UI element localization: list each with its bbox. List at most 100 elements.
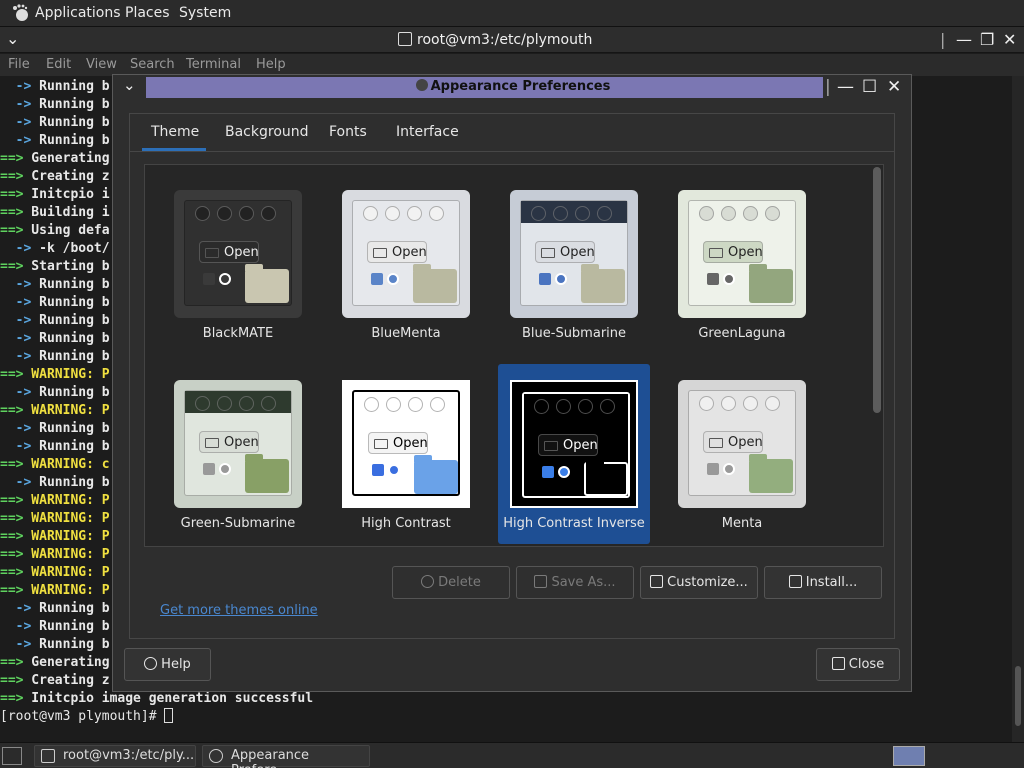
terminal-line: ==> WARNING: P [0, 366, 110, 384]
terminal-line-text: Running b [31, 601, 110, 616]
terminal-menu-edit[interactable]: Edit [46, 57, 71, 72]
folder-icon [584, 459, 628, 496]
terminal-line-text: Running b [31, 133, 110, 148]
theme-name: GreenLaguna [698, 326, 786, 341]
workspace-switcher[interactable] [893, 746, 925, 766]
folder-icon [413, 264, 457, 303]
terminal-menu-terminal[interactable]: Terminal [186, 57, 241, 72]
folder-open-icon [709, 438, 723, 448]
terminal-line-text: Running b [31, 97, 110, 112]
preview-window-button [699, 206, 714, 221]
folder-open-icon [205, 438, 219, 448]
checkbox-icon [542, 466, 554, 478]
terminal-line-prefix: ==> [0, 403, 24, 418]
terminal-line: -> Running b [0, 420, 110, 438]
terminal-line-text: Running b [31, 349, 110, 364]
preview-window-button [534, 399, 549, 414]
terminal-line: -> -k /boot/ [0, 240, 110, 258]
close-button[interactable]: Close [816, 648, 900, 681]
terminal-prompt[interactable]: [root@vm3 plymouth]# [0, 708, 174, 726]
preview-window-button [408, 397, 423, 412]
theme-item[interactable]: Open High Contrast Inverse [498, 364, 650, 544]
preview-window-button [429, 206, 444, 221]
tab-theme[interactable]: Theme [151, 124, 199, 140]
window-menu-icon[interactable]: ⌄ [6, 29, 19, 48]
menu-applications[interactable]: Applications [35, 5, 121, 21]
preview-open-button: Open [703, 431, 763, 453]
terminal-line-text: Running b [31, 313, 110, 328]
terminal-line-text: Running b [31, 439, 110, 454]
terminal-line: -> Running b [0, 600, 110, 618]
terminal-line-prefix: ==> [0, 583, 24, 598]
minimize-icon[interactable]: — [837, 77, 854, 97]
dialog-titlebar[interactable]: ⌄ Appearance Preferences | — ☐ ✕ [113, 75, 911, 101]
preview-window-button [597, 206, 612, 221]
preview-window-button [364, 397, 379, 412]
terminal-line-prefix: -> [0, 475, 32, 490]
preview-window: Open [352, 200, 460, 306]
terminal-scrollbar[interactable] [1012, 76, 1024, 742]
preview-window-button [217, 206, 232, 221]
preview-window-button [699, 396, 714, 411]
show-desktop-icon[interactable] [2, 747, 22, 765]
menu-system[interactable]: System [179, 5, 231, 21]
checkbox-icon [707, 463, 719, 475]
delete-button[interactable]: Delete [392, 566, 510, 599]
terminal-menu-help[interactable]: Help [256, 57, 286, 72]
theme-grid-scrollbar[interactable] [873, 167, 881, 545]
terminal-titlebar[interactable]: ⌄ root@vm3:/etc/plymouth | — ❐ ✕ [0, 27, 1024, 53]
theme-item[interactable]: Open BlueMenta [330, 174, 482, 354]
preview-window-button [430, 397, 445, 412]
folder-open-icon [541, 248, 555, 258]
install-label: Install... [805, 575, 858, 590]
preview-open-button: Open [538, 434, 598, 456]
checkbox-icon [372, 464, 384, 476]
terminal-icon [41, 749, 55, 763]
theme-item[interactable]: Open BlackMATE [162, 174, 314, 354]
get-more-themes-link[interactable]: Get more themes online [160, 603, 318, 618]
preview-open-label: Open [392, 245, 427, 260]
preview-window-button [217, 396, 232, 411]
task-terminal[interactable]: root@vm3:/etc/ply... [34, 745, 196, 767]
theme-item[interactable]: Open High Contrast [330, 364, 482, 544]
save-as-button[interactable]: Save As... [516, 566, 634, 599]
customize-button[interactable]: Customize... [640, 566, 758, 599]
theme-item[interactable]: Open Green-Submarine [162, 364, 314, 544]
terminal-line-prefix: -> [0, 601, 32, 616]
gnome-foot-icon[interactable] [10, 3, 30, 23]
help-icon [144, 657, 158, 670]
terminal-menu-search[interactable]: Search [130, 57, 175, 72]
preview-window-button [195, 396, 210, 411]
scrollbar-thumb[interactable] [873, 167, 881, 413]
task-appearance[interactable]: Appearance Prefere... [202, 745, 370, 768]
terminal-line-prefix: -> [0, 349, 32, 364]
terminal-line-text: Running b [31, 637, 110, 652]
minimize-icon[interactable]: — [956, 30, 972, 49]
terminal-line-prefix: ==> [0, 529, 24, 544]
tab-interface[interactable]: Interface [396, 124, 459, 140]
terminal-menu-file[interactable]: File [8, 57, 30, 72]
terminal-menu-view[interactable]: View [86, 57, 117, 72]
scrollbar-thumb[interactable] [1015, 666, 1021, 726]
terminal-line-text: Creating z [23, 673, 110, 688]
menu-places[interactable]: Places [125, 5, 170, 21]
theme-item[interactable]: Open Blue-Submarine [498, 174, 650, 354]
tab-fonts[interactable]: Fonts [329, 124, 367, 140]
close-icon[interactable]: ✕ [887, 77, 901, 97]
maximize-icon[interactable]: ❐ [980, 30, 994, 49]
terminal-line: ==> WARNING: P [0, 492, 110, 510]
install-button[interactable]: Install... [764, 566, 882, 599]
maximize-icon[interactable]: ☐ [862, 77, 877, 97]
theme-name: Blue-Submarine [521, 326, 627, 341]
close-icon[interactable]: ✕ [1003, 30, 1016, 49]
help-button[interactable]: Help [124, 648, 211, 681]
theme-grid[interactable]: Open BlackMATE Open BlueMenta Open Blue-Subma… [144, 164, 884, 547]
checkbox-icon [371, 273, 383, 285]
tab-background[interactable]: Background [225, 124, 309, 140]
theme-item[interactable]: Open GreenLaguna [666, 174, 818, 354]
preview-window-button [743, 396, 758, 411]
delete-icon [421, 575, 435, 588]
terminal-line: ==> Creating z [0, 168, 110, 186]
theme-item[interactable]: Open Menta [666, 364, 818, 544]
terminal-line: -> Running b [0, 330, 110, 348]
